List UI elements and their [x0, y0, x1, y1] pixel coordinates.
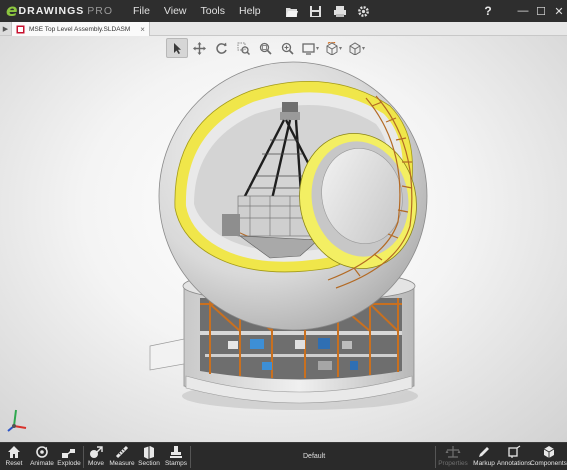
components-icon — [543, 446, 554, 458]
logo-drawings: DRAWINGS — [18, 5, 85, 17]
menu-file[interactable]: File — [126, 0, 157, 22]
home-icon — [8, 446, 20, 458]
section-button[interactable]: Section — [138, 443, 160, 470]
animate-button[interactable]: Animate — [28, 443, 56, 470]
measure-button[interactable]: Measure — [109, 443, 135, 470]
open-file-icon — [285, 7, 298, 17]
axis-triad — [7, 409, 27, 432]
document-tab-label: MSE Top Level Assembly.SLDASM — [29, 25, 131, 33]
settings-button[interactable] — [352, 0, 376, 22]
window-controls: ? — ☐ ✕ — [477, 0, 567, 22]
print-button[interactable] — [328, 0, 352, 22]
tab-close-icon[interactable]: × — [140, 25, 145, 34]
reset-button[interactable]: Reset — [3, 443, 25, 470]
section-label: Section — [138, 460, 160, 467]
document-tab[interactable]: MSE Top Level Assembly.SLDASM × — [12, 22, 150, 36]
markup-icon — [479, 447, 489, 457]
markup-label: Markup — [473, 460, 495, 467]
print-icon — [333, 5, 346, 17]
measure-icon — [115, 445, 129, 459]
components-button[interactable]: Components — [530, 443, 567, 470]
properties-button[interactable]: Properties — [438, 443, 468, 470]
assembly-file-icon — [16, 25, 25, 33]
help-button[interactable]: ? — [477, 4, 499, 18]
maximize-button[interactable]: ☐ — [533, 3, 549, 19]
toolbar-separator — [83, 446, 84, 468]
annotations-label: Annotations — [496, 460, 532, 467]
markup-button[interactable]: Markup — [470, 443, 498, 470]
logo-e: e — [6, 1, 18, 21]
floor-slab-lower — [205, 354, 397, 357]
reset-label: Reset — [5, 460, 23, 467]
quick-tools — [280, 0, 376, 22]
title-bar: e DRAWINGS PRO File View Tools Help ? — … — [0, 0, 567, 22]
properties-label: Properties — [438, 460, 468, 467]
entrance-ramp — [149, 338, 185, 371]
save-icon — [310, 5, 322, 17]
move-button[interactable]: Move — [86, 443, 106, 470]
open-file-button[interactable] — [280, 0, 304, 22]
explode-label: Explode — [57, 460, 81, 467]
document-tab-strip: ▶ MSE Top Level Assembly.SLDASM × — [0, 22, 567, 36]
menu-help[interactable]: Help — [232, 0, 268, 22]
save-button[interactable] — [304, 0, 328, 22]
explode-icon — [62, 449, 75, 458]
app-logo: e DRAWINGS PRO — [0, 0, 126, 22]
properties-icon — [445, 446, 461, 458]
configuration-name[interactable]: Default — [303, 453, 325, 460]
measure-label: Measure — [109, 460, 135, 467]
animate-label: Animate — [30, 460, 54, 467]
annotations-button[interactable]: Annotations — [496, 443, 532, 470]
section-icon — [144, 446, 154, 459]
stamps-button[interactable]: Stamps — [164, 443, 188, 470]
stamps-label: Stamps — [164, 460, 188, 467]
bottom-toolbar: Reset Animate Explode Move Measure Secti… — [0, 442, 567, 470]
stamps-icon — [170, 446, 182, 458]
close-button[interactable]: ✕ — [551, 3, 567, 19]
toolbar-separator — [435, 446, 436, 468]
floor-slab-upper — [200, 331, 402, 335]
annotations-icon — [508, 445, 521, 458]
edrawings-window: e DRAWINGS PRO File View Tools Help ? — … — [0, 0, 567, 470]
menu-view[interactable]: View — [157, 0, 194, 22]
toolbar-separator — [190, 446, 191, 468]
logo-pro: PRO — [87, 5, 114, 17]
observatory-model[interactable] — [0, 36, 567, 442]
tab-scroll-right-icon[interactable]: ▶ — [0, 22, 12, 35]
settings-icon — [358, 5, 370, 17]
move-label: Move — [88, 460, 104, 467]
minimize-button[interactable]: — — [515, 3, 531, 19]
move-icon — [90, 446, 103, 458]
menu-tools[interactable]: Tools — [194, 0, 233, 22]
animate-icon — [36, 446, 48, 458]
components-label: Components — [530, 460, 567, 467]
3d-viewport[interactable]: ▾ ▾ ▾ — [0, 36, 567, 442]
explode-button[interactable]: Explode — [56, 443, 82, 470]
